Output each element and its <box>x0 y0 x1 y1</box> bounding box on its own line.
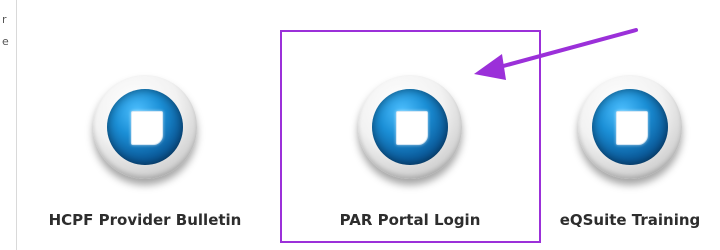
pointer-arrow-icon <box>474 28 638 80</box>
document-icon <box>578 75 682 179</box>
tile-label: eQSuite Training <box>559 211 701 229</box>
edge-text-fragment: e <box>2 35 9 48</box>
document-icon <box>93 75 197 179</box>
left-panel-edge: r e <box>0 0 17 250</box>
tile-label: HCPF Provider Bulletin <box>48 211 242 229</box>
edge-text-fragment: r <box>2 13 7 26</box>
tile-hcpf-provider-bulletin[interactable]: HCPF Provider Bulletin <box>35 20 255 245</box>
